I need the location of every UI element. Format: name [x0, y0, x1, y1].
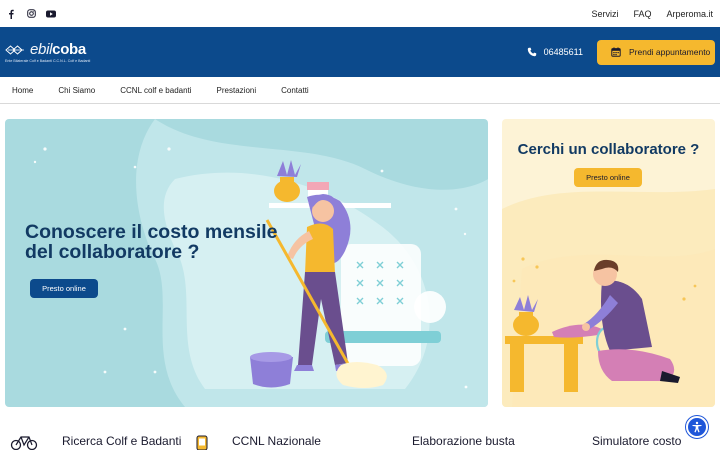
feature-ricerca[interactable]: Ricerca Colf e Badanti: [10, 434, 181, 450]
top-link-faq[interactable]: FAQ: [633, 9, 651, 19]
facebook-icon[interactable]: [6, 9, 16, 19]
main-navigation: Home Chi Siamo CCNL colf e badanti Prest…: [0, 77, 720, 104]
nav-item-prestazioni[interactable]: Prestazioni: [217, 86, 257, 95]
nav-item-home[interactable]: Home: [12, 86, 33, 95]
feature-ccnl[interactable]: CCNL Nazionale: [194, 434, 321, 450]
bicycle-icon: [10, 436, 38, 450]
site-logo[interactable]: ebilcoba Ente Bilaterale Colf e Badanti …: [5, 41, 90, 63]
logo-text: ebilcoba: [30, 41, 86, 58]
site-header: ebilcoba Ente Bilaterale Colf e Badanti …: [0, 27, 720, 77]
social-links: [6, 9, 56, 19]
cleaning-woman-illustration: [33, 119, 488, 407]
phone-contact[interactable]: 06485611: [527, 47, 583, 57]
hero-cost-card: Conoscere il costo mensile del collabora…: [5, 119, 488, 407]
phone-number: 06485611: [543, 47, 583, 57]
feature-simulatore[interactable]: Simulatore costo: [592, 434, 681, 448]
top-link-arperoma[interactable]: Arperoma.it: [666, 9, 713, 19]
top-utility-bar: Servizi FAQ Arperoma.it: [0, 0, 720, 27]
features-strip: Ricerca Colf e Badanti CCNL Nazionale El…: [0, 430, 720, 450]
hero-collaborator-button[interactable]: Presto online: [574, 168, 642, 187]
nav-item-contatti[interactable]: Contatti: [281, 86, 309, 95]
feature-ccnl-title: CCNL Nazionale: [232, 434, 321, 448]
feature-busta[interactable]: Elaborazione busta: [412, 434, 515, 448]
youtube-icon[interactable]: [46, 9, 56, 19]
phone-icon: [527, 47, 536, 57]
feature-busta-title: Elaborazione busta: [412, 434, 515, 448]
top-links: Servizi FAQ Arperoma.it: [591, 9, 713, 19]
top-link-servizi[interactable]: Servizi: [591, 9, 618, 19]
logo-subtitle: Ente Bilaterale Colf e Badanti C.C.N.L. …: [5, 59, 91, 63]
calendar-icon: [611, 47, 621, 57]
feature-ricerca-title: Ricerca Colf e Badanti: [62, 434, 182, 448]
logo-mark-icon: [5, 44, 24, 55]
phone-icon: [196, 435, 208, 450]
nav-item-chi-siamo[interactable]: Chi Siamo: [58, 86, 95, 95]
cleaning-man-illustration: [502, 189, 715, 407]
hero-cost-button[interactable]: Presto online: [30, 279, 98, 298]
hero-collaborator-title: Cerchi un collaboratore ?: [517, 141, 700, 158]
appointment-button[interactable]: Prendi appuntamento: [597, 39, 715, 65]
nav-item-ccnl[interactable]: CCNL colf e badanti: [120, 86, 191, 95]
feature-simulatore-title: Simulatore costo: [592, 434, 682, 448]
hero-collaborator-card: Cerchi un collaboratore ? Presto online: [502, 119, 715, 407]
hero-cost-title: Conoscere il costo mensile del collabora…: [25, 221, 278, 263]
appointment-button-label: Prendi appuntamento: [629, 47, 711, 57]
instagram-icon[interactable]: [26, 9, 36, 19]
